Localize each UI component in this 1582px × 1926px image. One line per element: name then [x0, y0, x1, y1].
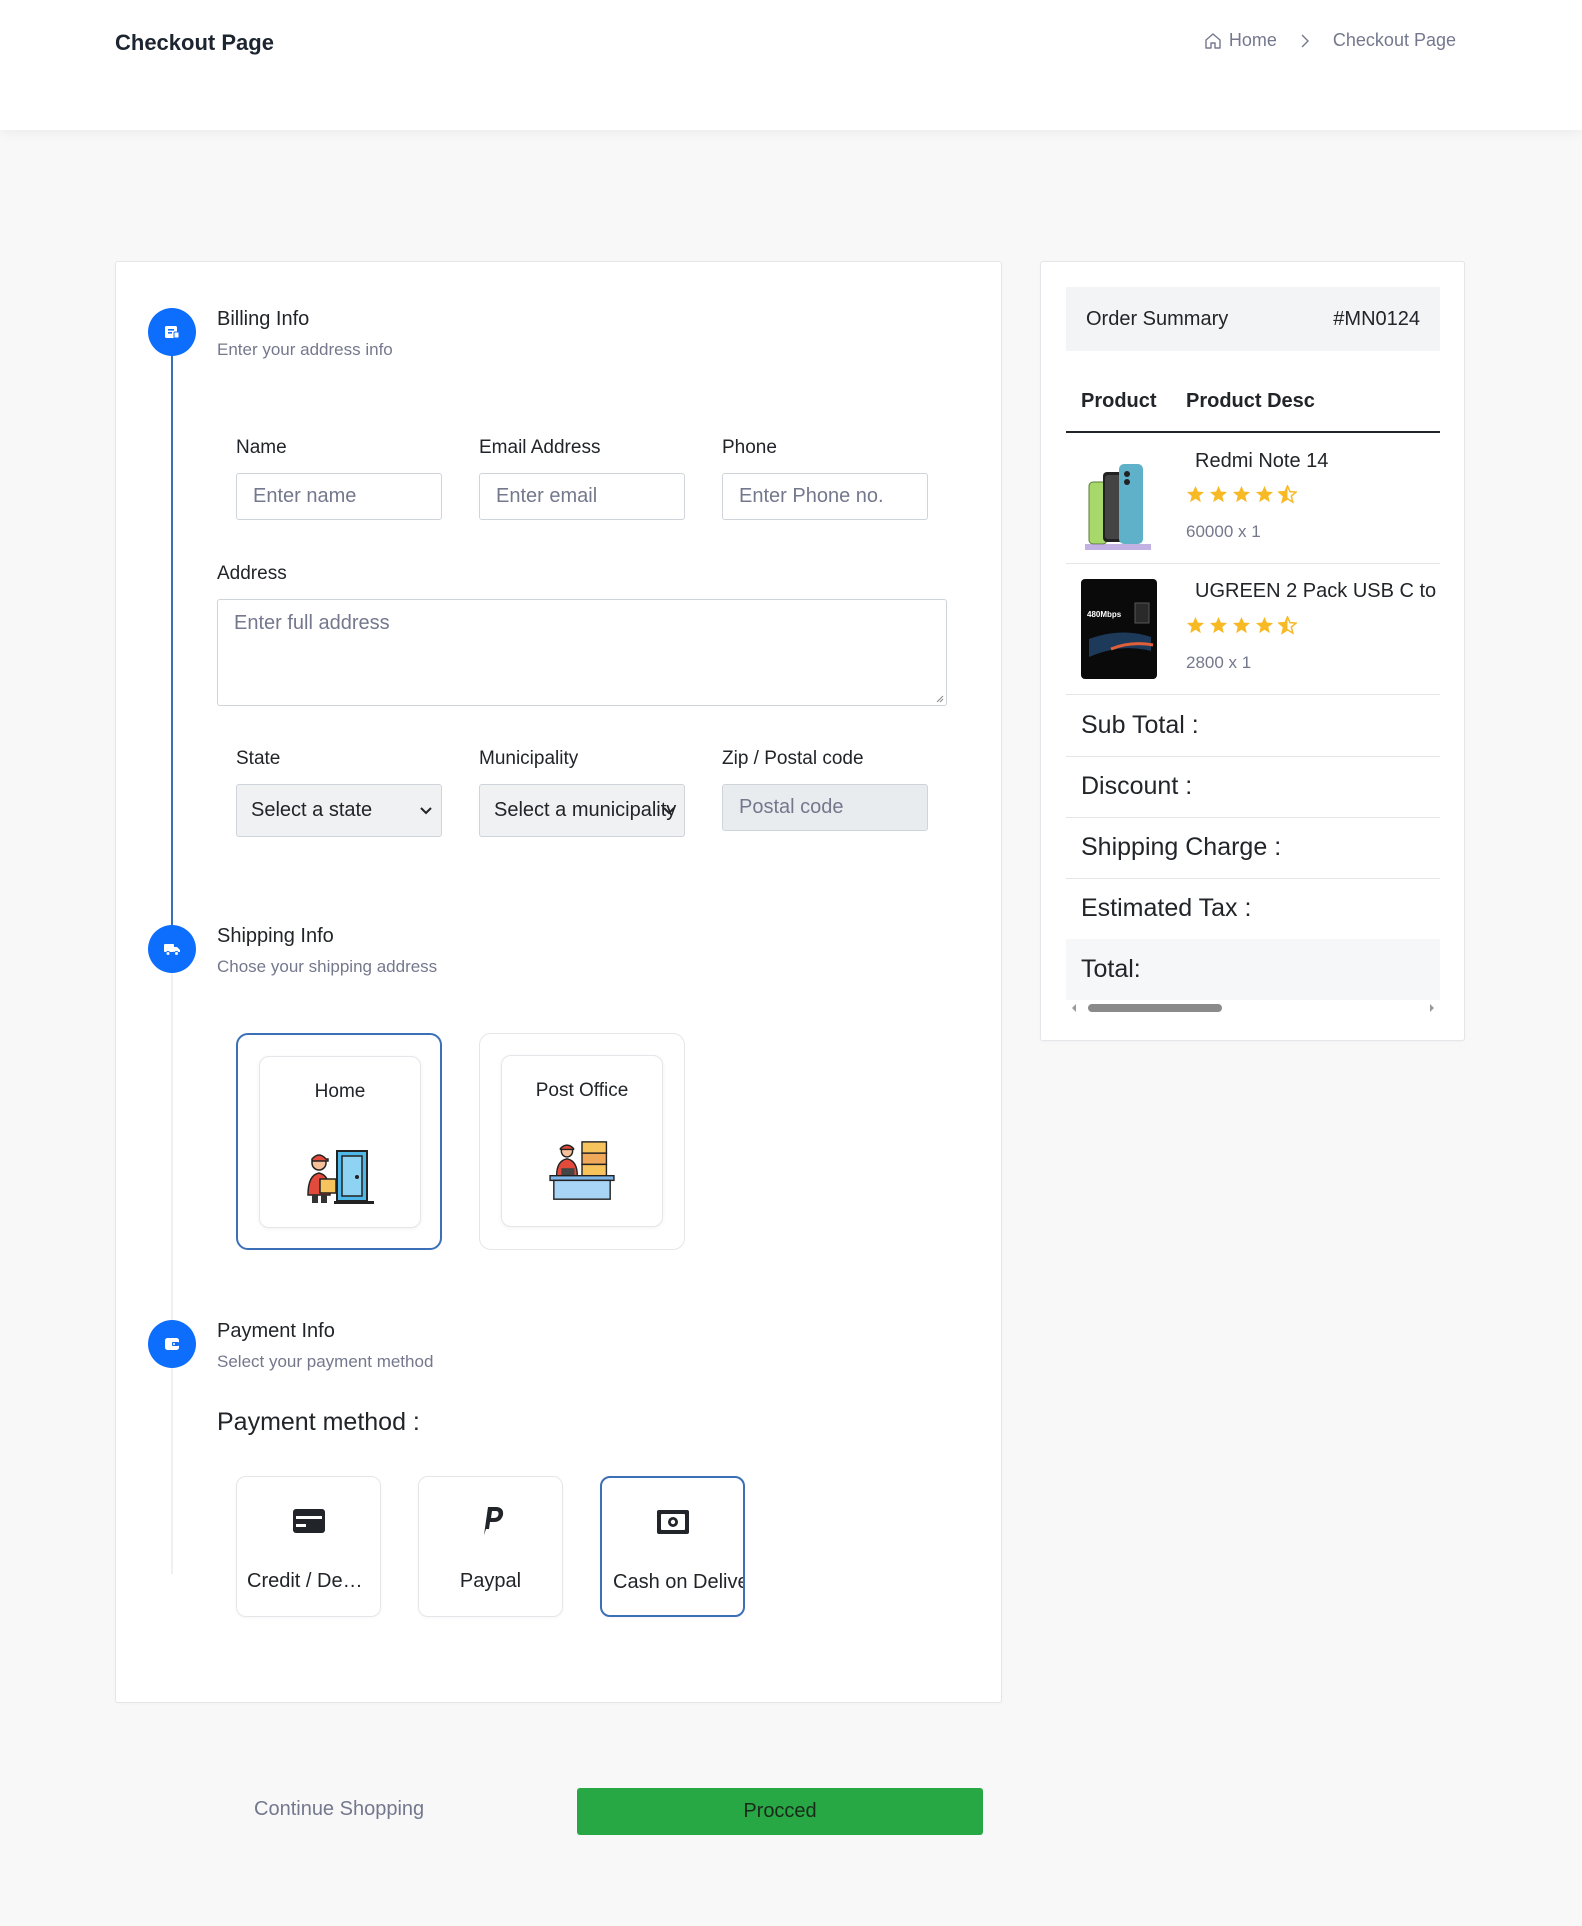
star-icon	[1232, 616, 1251, 634]
chevron-down-icon	[420, 807, 432, 815]
cash-icon	[656, 1510, 689, 1534]
product-rating	[1186, 485, 1297, 504]
continue-shopping-link[interactable]: Continue Shopping	[254, 1798, 424, 1821]
payment-option-cash[interactable]: Cash on Delivery	[600, 1476, 745, 1617]
payment-option-label: Paypal	[459, 1570, 522, 1592]
order-summary-card: Order Summary #MN0124 Product Product De…	[1040, 261, 1465, 1041]
shipping-step-subtitle: Chose your shipping address	[217, 957, 438, 976]
timeline-line-active	[171, 334, 173, 966]
chevron-down-icon	[663, 807, 675, 815]
star-icon	[1209, 616, 1228, 634]
product-rating	[1186, 616, 1297, 635]
order-id: #MN0124	[1333, 308, 1420, 330]
name-label: Name	[236, 437, 287, 458]
payment-option-paypal[interactable]: Paypal	[418, 1476, 563, 1617]
star-half-icon	[1278, 485, 1297, 504]
phone-label: Phone	[722, 437, 777, 458]
top-bar: Checkout Page Home Checkout Page	[0, 0, 1582, 130]
total-row: Total:	[1066, 939, 1440, 1000]
shipping-option-post-office[interactable]: Post Office	[479, 1033, 685, 1250]
resize-grip-icon[interactable]	[934, 693, 944, 703]
shipping-step-title: Shipping Info	[217, 925, 334, 947]
shipping-option-label: Post Office	[535, 1080, 629, 1101]
email-input[interactable]: Enter email	[479, 473, 685, 520]
header-divider	[1066, 431, 1440, 433]
state-select-value: Select a state	[251, 799, 373, 821]
estimated-tax-row: Estimated Tax :	[1081, 894, 1252, 922]
state-label: State	[236, 748, 281, 769]
shipping-option-card: Post Office	[501, 1055, 663, 1227]
municipality-label: Municipality	[479, 748, 579, 769]
shipping-charge-row: Shipping Charge :	[1081, 833, 1282, 861]
credit-card-icon	[292, 1509, 325, 1533]
municipality-select[interactable]: Select a municipality	[479, 784, 685, 837]
product-image-cable: 480Mbps	[1081, 579, 1157, 679]
paypal-icon	[483, 1507, 503, 1535]
order-summary-title: Order Summary	[1086, 308, 1229, 330]
proceed-button[interactable]: Procced	[577, 1788, 983, 1835]
payment-method-heading: Payment method :	[217, 1408, 420, 1436]
product-name: UGREEN 2 Pack USB C to	[1195, 580, 1437, 602]
discount-row: Discount :	[1081, 772, 1193, 800]
breadcrumb-home-link[interactable]: Home	[1229, 30, 1277, 51]
payment-step-title: Payment Info	[217, 1320, 335, 1342]
star-icon	[1232, 485, 1251, 503]
star-icon	[1209, 485, 1228, 503]
column-header-product: Product	[1081, 390, 1157, 412]
phone-input[interactable]: Enter Phone no.	[722, 473, 928, 520]
checkout-form-card: Billing Info Enter your address info Nam…	[115, 261, 1002, 1703]
star-icon	[1186, 485, 1205, 503]
breadcrumb: Home Checkout Page	[1203, 30, 1456, 51]
address-placeholder: Enter full address	[234, 612, 390, 634]
shipping-option-label: Home	[314, 1081, 366, 1102]
email-label: Email Address	[479, 437, 601, 458]
order-summary-header: Order Summary #MN0124	[1066, 287, 1440, 351]
billing-step-subtitle: Enter your address info	[217, 340, 393, 359]
payment-option-label: Credit / Debit Card	[247, 1570, 380, 1592]
post-office-icon	[549, 1141, 615, 1200]
home-delivery-icon	[307, 1150, 374, 1204]
product-image-phone	[1081, 456, 1157, 556]
page-title: Checkout Page	[115, 30, 274, 55]
billing-step-icon	[148, 308, 196, 356]
breadcrumb-current: Checkout Page	[1332, 30, 1456, 50]
row-divider	[1066, 563, 1440, 564]
state-select[interactable]: Select a state	[236, 784, 442, 837]
zip-label: Zip / Postal code	[722, 748, 864, 769]
product-image-text: 480Mbps	[1087, 610, 1122, 619]
star-half-icon	[1278, 616, 1297, 635]
municipality-select-value: Select a municipality	[494, 799, 677, 821]
payment-option-label: Cash on Delivery	[613, 1571, 743, 1593]
shipping-step-icon	[148, 925, 196, 973]
home-icon	[1205, 32, 1221, 49]
star-icon	[1255, 616, 1274, 634]
subtotal-row: Sub Total :	[1081, 711, 1199, 739]
star-icon	[1255, 485, 1274, 503]
product-qty: 60000 x 1	[1186, 522, 1261, 541]
shipping-option-home[interactable]: Home	[236, 1033, 442, 1250]
zip-input[interactable]: Postal code	[722, 784, 928, 831]
star-icon	[1186, 616, 1205, 634]
payment-step-icon	[148, 1320, 196, 1368]
product-name: Redmi Note 14	[1195, 450, 1329, 472]
name-input[interactable]: Enter name	[236, 473, 442, 520]
payment-step-subtitle: Select your payment method	[217, 1352, 434, 1371]
timeline-line-inactive	[171, 966, 173, 1574]
shipping-option-card: Home	[259, 1056, 421, 1228]
product-qty: 2800 x 1	[1186, 653, 1252, 672]
address-label: Address	[217, 563, 287, 584]
payment-option-card[interactable]: Credit / Debit Card	[236, 1476, 381, 1617]
address-textarea[interactable]: Enter full address	[217, 599, 947, 706]
column-header-desc: Product Desc	[1186, 390, 1315, 412]
horizontal-scrollbar[interactable]	[1066, 1000, 1440, 1016]
chevron-right-icon	[1301, 34, 1309, 47]
billing-step-title: Billing Info	[217, 308, 310, 330]
